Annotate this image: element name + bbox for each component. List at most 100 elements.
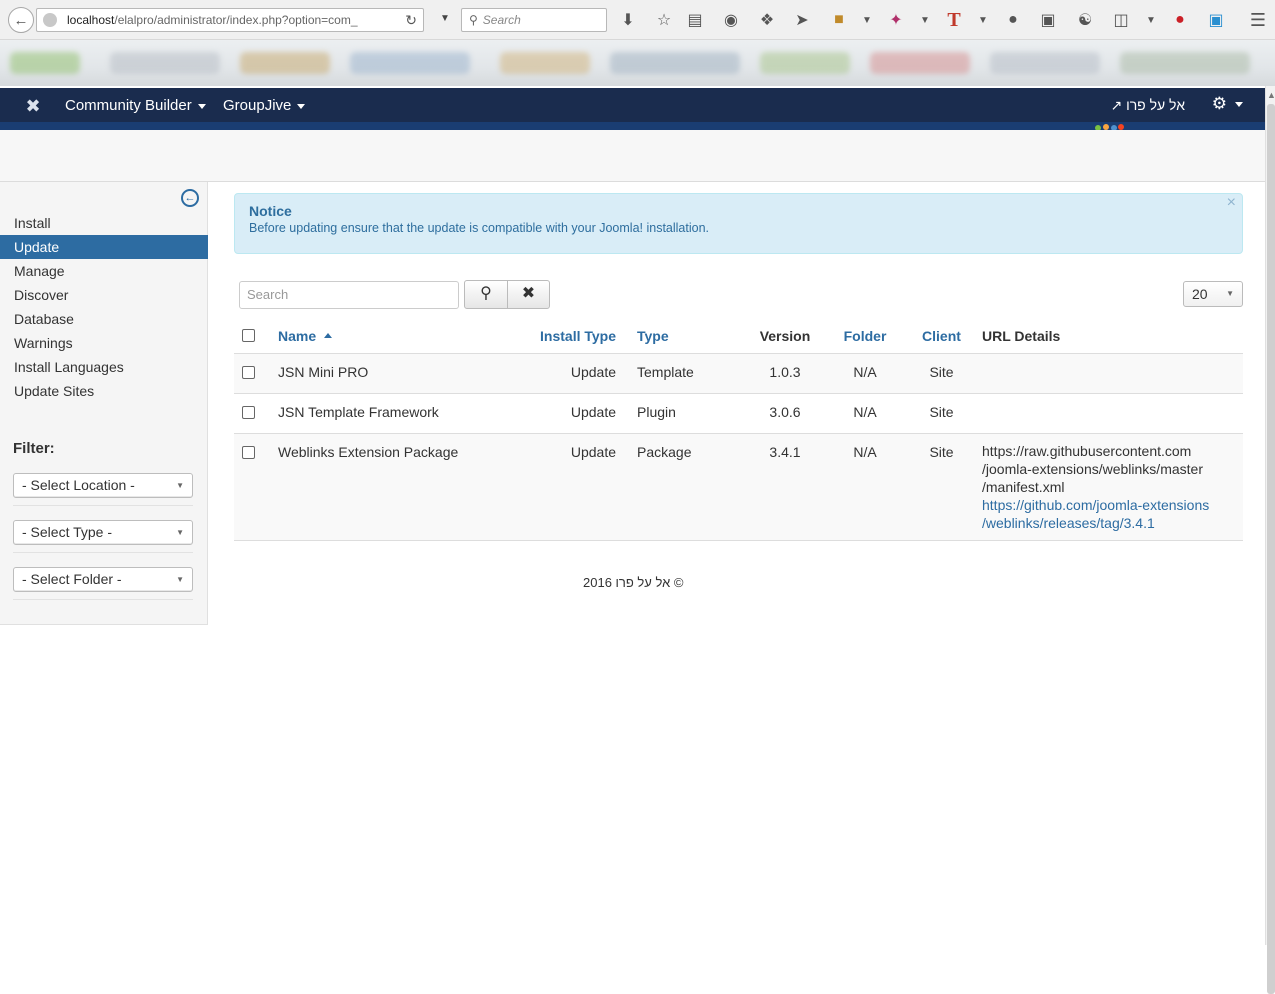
joomla-logo-icon[interactable]: ✖ (22, 96, 44, 116)
manifest-url-line: /joomla-extensions/weblinks/master (982, 460, 1203, 477)
notice-title: Notice (249, 203, 292, 219)
details-url-link[interactable]: https://github.com/joomla-extensions (982, 496, 1243, 514)
column-name[interactable]: Name (270, 319, 516, 354)
sidebar-item-install[interactable]: Install (0, 211, 208, 235)
gear-icon: ⚙ (1211, 94, 1227, 113)
divider (13, 505, 193, 506)
row-checkbox[interactable] (242, 405, 255, 419)
chevron-down-icon: ▼ (1226, 289, 1234, 298)
extension-icon[interactable]: ☯ (1075, 10, 1095, 30)
extension-icon[interactable]: ■ (829, 10, 849, 30)
external-link-icon: ↗ (1110, 97, 1123, 113)
scroll-thumb[interactable] (1267, 104, 1275, 994)
chevron-down-icon[interactable]: ▼ (857, 10, 877, 30)
sidebar-item-database[interactable]: Database (0, 307, 208, 331)
pocket-icon[interactable]: ◉ (721, 10, 741, 30)
select-all-checkbox[interactable] (242, 328, 255, 342)
broom-icon[interactable]: ✦ (886, 10, 906, 30)
column-version: Version (744, 319, 826, 354)
search-icon: ⚲ (480, 285, 492, 302)
clear-button[interactable]: ✖ (507, 280, 550, 309)
column-client[interactable]: Client (904, 319, 979, 354)
folder-filter-select[interactable]: - Select Folder - ▼ (13, 567, 193, 592)
row-version: 3.4.1 (744, 433, 826, 541)
url-dropdown-icon[interactable]: ▼ (440, 13, 450, 24)
row-checkbox[interactable] (242, 445, 255, 459)
pinterest-icon[interactable]: ● (1170, 10, 1190, 30)
type-filter-select[interactable]: - Select Type - ▼ (13, 520, 193, 545)
scroll-up-icon[interactable]: ▲ (1267, 90, 1275, 100)
sidebar-item-manage[interactable]: Manage (0, 259, 208, 283)
browser-search-placeholder: Search (482, 13, 521, 27)
divider (13, 599, 193, 600)
row-url-details: https://raw.githubusercontent.com /jooml… (979, 433, 1243, 541)
translate-icon[interactable]: T (944, 9, 964, 31)
row-client: Site (904, 433, 979, 541)
sidebar-item-discover[interactable]: Discover (0, 283, 208, 307)
manifest-url-line: https://raw.githubusercontent.com (982, 442, 1192, 459)
row-name: Weblinks Extension Package (270, 433, 516, 541)
list-limit-select[interactable]: 20 ▼ (1183, 281, 1243, 307)
chevron-down-icon: ▼ (176, 575, 184, 584)
send-icon[interactable]: ➤ (792, 10, 812, 30)
screen-icon[interactable]: ▣ (1206, 10, 1226, 30)
sidebar-item-update-sites[interactable]: Update Sites (0, 379, 208, 403)
chevron-down-icon[interactable]: ▼ (1141, 10, 1161, 30)
row-folder: N/A (826, 353, 904, 394)
menu-groupjive[interactable]: GroupJive (223, 97, 306, 114)
copyright-footer: אל על פרו 2016 © (583, 575, 684, 590)
location-filter-select[interactable]: - Select Location - ▼ (13, 473, 193, 498)
hamburger-menu-icon[interactable]: ☰ (1248, 10, 1268, 30)
chat-icon[interactable]: ● (1003, 10, 1023, 30)
column-folder[interactable]: Folder (826, 319, 904, 354)
page-scrollbar[interactable]: ▲ (1265, 86, 1275, 994)
row-checkbox[interactable] (242, 365, 255, 379)
notice-message: Before updating ensure that the update i… (249, 221, 709, 235)
caret-down-icon (197, 103, 206, 109)
table-row: JSN Mini PRO Update Template 1.0.3 N/A S… (234, 353, 1243, 394)
extension-icon[interactable]: ▣ (1038, 10, 1058, 30)
row-type: Template (634, 353, 744, 394)
browser-search-box[interactable]: ⚲ Search (461, 8, 607, 32)
sidebar-item-install-languages[interactable]: Install Languages (0, 355, 208, 379)
filter-title: Filter: (13, 440, 55, 457)
reload-icon[interactable]: ↻ (405, 12, 417, 29)
back-button[interactable]: ← (8, 7, 34, 33)
sidebar-item-warnings[interactable]: Warnings (0, 331, 208, 355)
collapse-sidebar-icon[interactable]: ← (181, 189, 199, 207)
search-button[interactable]: ⚲ (464, 280, 508, 309)
chevron-down-icon: ▼ (176, 481, 184, 490)
download-icon[interactable]: ⬇ (618, 10, 638, 30)
row-folder: N/A (826, 393, 904, 434)
sidebar: ← Install Update Manage Discover Databas… (0, 182, 208, 625)
row-version: 3.0.6 (744, 393, 826, 434)
globe-icon (43, 13, 57, 27)
site-link[interactable]: אל על פרו ↗ (1110, 97, 1185, 114)
column-type[interactable]: Type (634, 319, 744, 354)
chevron-down-icon[interactable]: ▼ (915, 10, 935, 30)
search-input[interactable]: Search (239, 281, 459, 309)
chevron-down-icon[interactable]: ▼ (973, 10, 993, 30)
close-icon[interactable]: × (1227, 194, 1236, 212)
details-url-link[interactable]: /weblinks/releases/tag/3.4.1 (982, 514, 1243, 532)
reading-list-icon[interactable]: ▤ (685, 10, 705, 30)
notice-alert: Notice Before updating ensure that the u… (234, 193, 1243, 254)
bookmark-star-icon[interactable]: ☆ (654, 10, 674, 30)
sort-ascending-icon (324, 332, 333, 338)
address-bar[interactable]: localhost/elalpro/administrator/index.ph… (36, 8, 424, 32)
subhead-band (0, 130, 1265, 182)
extension-icon[interactable]: ❖ (757, 10, 777, 30)
row-url-details (979, 393, 1243, 434)
bookmarks-bar (0, 40, 1275, 86)
row-client: Site (904, 393, 979, 434)
clipboard-icon[interactable]: ◫ (1111, 10, 1131, 30)
menu-community-builder[interactable]: Community Builder (65, 97, 206, 114)
browser-toolbar: ← localhost/elalpro/administrator/index.… (0, 0, 1275, 40)
sidebar-item-update[interactable]: Update (0, 235, 208, 259)
divider (13, 552, 193, 553)
row-type: Plugin (634, 393, 744, 434)
column-install-type[interactable]: Install Type (516, 319, 634, 354)
user-settings-menu[interactable]: ⚙ (1212, 94, 1243, 114)
table-row: JSN Template Framework Update Plugin 3.0… (234, 393, 1243, 434)
caret-down-icon (1235, 102, 1243, 108)
